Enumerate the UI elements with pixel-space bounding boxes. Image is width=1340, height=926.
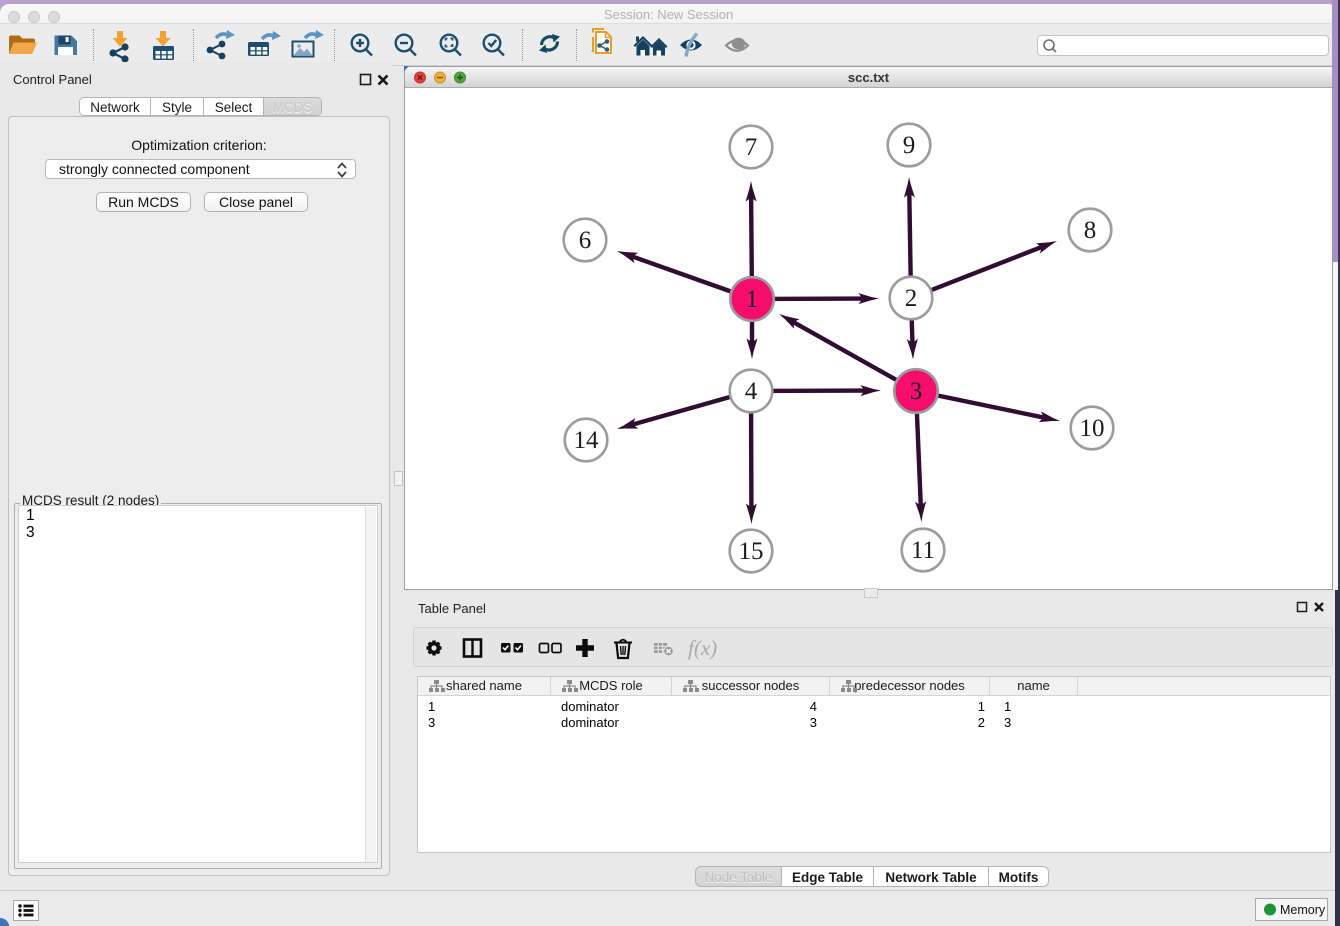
svg-text:Memory: Memory — [1280, 903, 1326, 917]
svg-text:11: 11 — [911, 537, 935, 564]
svg-text:14: 14 — [574, 427, 600, 454]
svg-text:10: 10 — [1080, 415, 1105, 442]
svg-text:8: 8 — [1084, 217, 1097, 244]
svg-text:15: 15 — [739, 538, 764, 565]
svg-text:2: 2 — [905, 285, 918, 312]
svg-text:6: 6 — [579, 227, 592, 254]
svg-text:3: 3 — [910, 378, 923, 405]
svg-text:f(x): f(x) — [688, 636, 717, 660]
svg-text:1: 1 — [746, 286, 759, 313]
svg-text:4: 4 — [745, 378, 758, 405]
svg-text:7: 7 — [745, 134, 758, 161]
svg-text:9: 9 — [903, 132, 916, 159]
